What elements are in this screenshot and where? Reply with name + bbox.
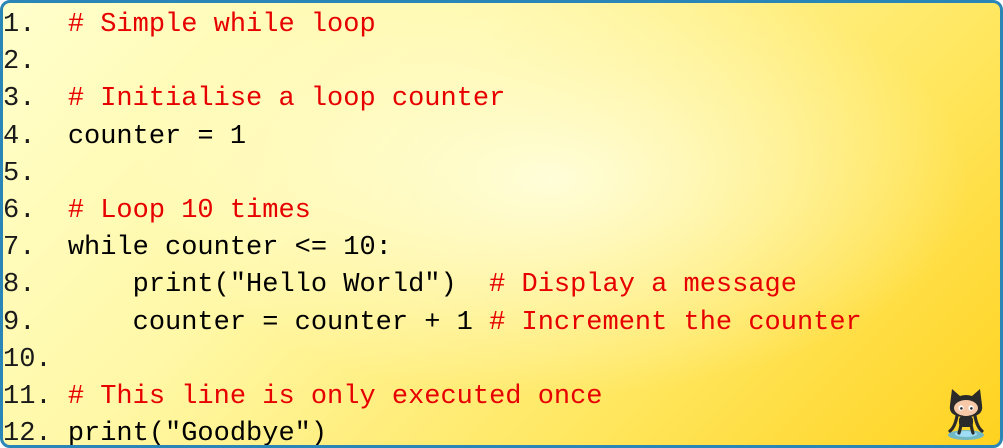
line-number: 2. [3, 47, 36, 78]
code-text: print("Goodbye") [67, 419, 328, 448]
code-line: 4. counter = 1 [3, 119, 862, 156]
code-comment: # Initialise a loop counter [67, 84, 506, 115]
line-number: 3. [3, 84, 36, 115]
octocat-icon [948, 389, 984, 440]
code-text: counter = counter + 1 [67, 307, 490, 338]
line-number: 5. [3, 158, 36, 189]
line-number: 11. [3, 381, 52, 412]
line-number: 4. [3, 121, 36, 152]
code-comment: # Simple while loop [67, 10, 376, 40]
code-line: 8. print("Hello World") # Display a mess… [3, 267, 862, 304]
code-line: 9. counter = counter + 1 # Increment the… [3, 305, 862, 342]
code-text: counter = 1 [67, 121, 247, 152]
code-comment: # Loop 10 times [67, 195, 311, 226]
code-line: 7. while counter <= 10: [3, 230, 862, 267]
code-comment: # Increment the counter [489, 307, 862, 338]
code-comment: # Display a message [489, 270, 797, 301]
code-line: 10. [3, 342, 862, 379]
code-text: while counter <= 10: [67, 233, 392, 264]
code-slide: 1. # Simple while loop 2. 3. # Initialise … [0, 0, 1003, 448]
line-number: 10. [3, 344, 52, 375]
code-line: 3. # Initialise a loop counter [3, 81, 862, 118]
code-text: print("Hello World") [67, 270, 490, 301]
code-block: 1. # Simple while loop 2. 3. # Initialise … [3, 7, 862, 448]
code-line: 2. [3, 44, 862, 81]
line-number: 1. [3, 10, 36, 40]
line-number: 12. [3, 419, 52, 448]
code-line: 12. print("Goodbye") [3, 416, 862, 448]
code-line: 6. # Loop 10 times [3, 193, 862, 230]
code-line: 1. # Simple while loop [3, 7, 862, 44]
code-line: 5. [3, 156, 862, 193]
code-line: 11. # This line is only executed once [3, 379, 862, 416]
code-comment: # This line is only executed once [67, 381, 603, 412]
line-number: 9. [3, 307, 36, 338]
line-number: 7. [3, 233, 36, 264]
line-number: 8. [3, 270, 36, 301]
line-number: 6. [3, 195, 36, 226]
